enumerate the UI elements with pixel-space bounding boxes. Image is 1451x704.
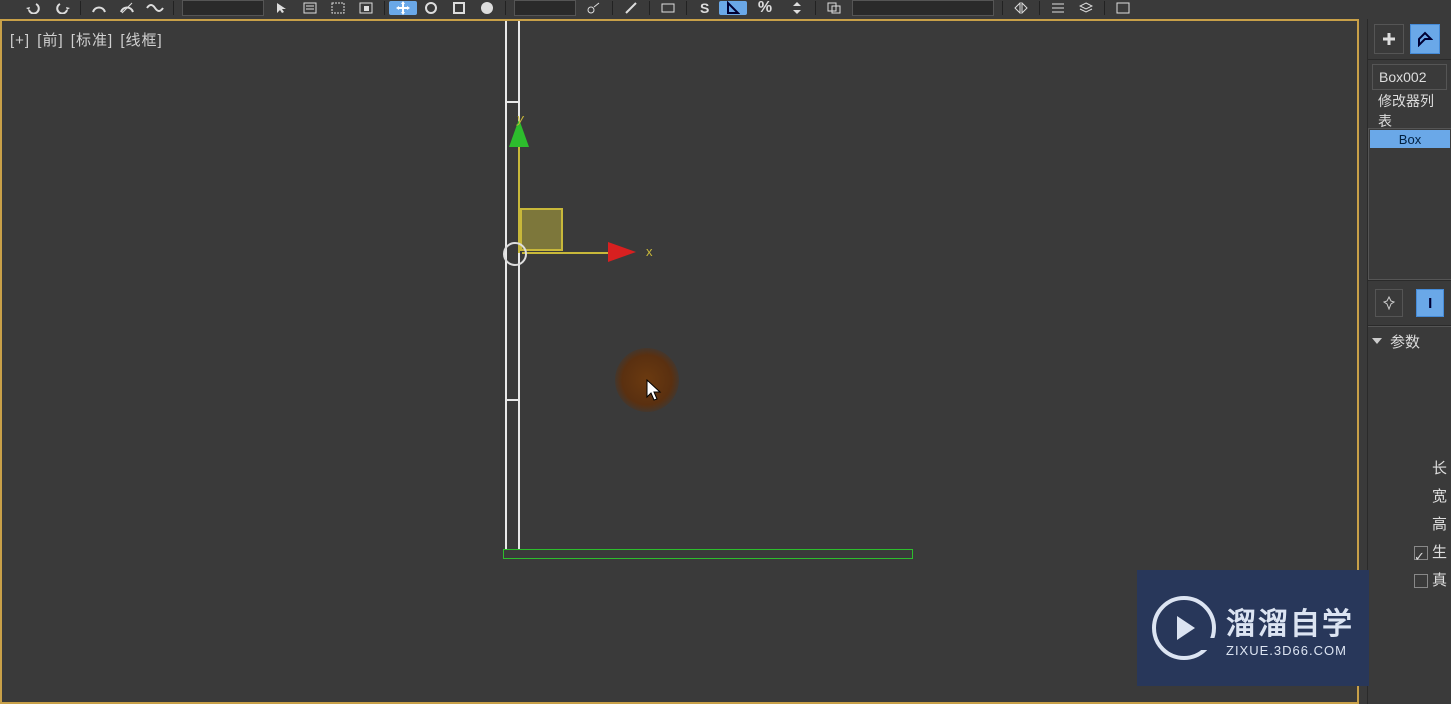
gizmo-x-arrow-icon[interactable] bbox=[608, 242, 636, 262]
parameters-rollout-header[interactable]: 参数 bbox=[1368, 326, 1451, 355]
chevron-down-icon bbox=[1372, 338, 1382, 344]
param-real-label: 真 bbox=[1432, 567, 1447, 595]
modifier-stack-item[interactable]: Box bbox=[1370, 130, 1450, 148]
object-name-field[interactable] bbox=[1372, 64, 1447, 90]
select-window-toggle-icon[interactable] bbox=[352, 1, 380, 15]
named-sel-set-icon[interactable] bbox=[820, 1, 848, 15]
gizmo-origin-icon[interactable] bbox=[503, 242, 527, 266]
move-plane-xy[interactable] bbox=[520, 208, 563, 251]
viewport-style-name[interactable]: [线框] bbox=[120, 32, 164, 49]
select-rotate-icon[interactable] bbox=[417, 1, 445, 15]
angle-snap-icon[interactable] bbox=[719, 1, 747, 15]
gizmo-x-label: x bbox=[646, 244, 653, 259]
gizmo-y-label: y bbox=[517, 111, 524, 126]
viewport-menu-toggle[interactable]: [+] bbox=[10, 32, 32, 49]
svg-text:S: S bbox=[700, 1, 709, 15]
param-real-checkbox[interactable] bbox=[1414, 574, 1428, 588]
param-gen-label: 生 bbox=[1432, 539, 1447, 567]
curve-editor-icon[interactable] bbox=[1109, 1, 1137, 15]
unselected-object-box[interactable] bbox=[503, 549, 913, 559]
link-icon[interactable] bbox=[85, 1, 113, 15]
viewport-label[interactable]: [+] [前] [标准] [线框] bbox=[10, 29, 165, 50]
tick bbox=[505, 399, 520, 401]
cursor-highlight bbox=[615, 348, 679, 412]
ref-coord-dropdown[interactable] bbox=[514, 0, 576, 16]
param-gen-checkbox[interactable] bbox=[1414, 546, 1428, 560]
watermark-title: 溜溜自学 bbox=[1226, 599, 1354, 643]
parameters-body: 长 宽 高 生 真 bbox=[1368, 355, 1451, 595]
param-length-label: 长 bbox=[1432, 455, 1447, 483]
command-panel: 修改器列表 Box I 参数 长 宽 高 生 真 bbox=[1367, 19, 1451, 704]
select-manip-icon[interactable] bbox=[617, 1, 645, 15]
tick bbox=[505, 101, 520, 103]
select-region-rect-icon[interactable] bbox=[324, 1, 352, 15]
select-move-icon[interactable] bbox=[389, 1, 417, 15]
modifier-stack[interactable]: Box bbox=[1368, 128, 1451, 280]
selection-filter-dropdown[interactable] bbox=[182, 0, 264, 16]
modifier-list-dropdown[interactable]: 修改器列表 bbox=[1372, 98, 1447, 124]
align-icon[interactable] bbox=[1044, 1, 1072, 15]
mirror-icon[interactable] bbox=[1007, 1, 1035, 15]
show-end-result-icon[interactable]: I bbox=[1416, 289, 1444, 317]
keyboard-shortcut-icon[interactable] bbox=[654, 1, 682, 15]
unlink-icon[interactable] bbox=[113, 1, 141, 15]
select-place-icon[interactable] bbox=[473, 1, 501, 15]
play-logo-icon bbox=[1152, 596, 1216, 660]
top-toolbar: S % bbox=[0, 0, 1451, 16]
undo-icon[interactable] bbox=[20, 1, 48, 15]
layers-icon[interactable] bbox=[1072, 1, 1100, 15]
percent-snap-icon[interactable]: % bbox=[747, 1, 783, 15]
viewport-shading-name[interactable]: [标准] bbox=[71, 32, 115, 49]
redo-icon[interactable] bbox=[48, 1, 76, 15]
watermark-url: ZIXUE.3D66.COM bbox=[1226, 643, 1347, 658]
named-sel-dropdown[interactable] bbox=[852, 0, 994, 16]
select-object-icon[interactable] bbox=[268, 1, 296, 15]
select-scale-icon[interactable] bbox=[445, 1, 473, 15]
spinner-snap-icon[interactable] bbox=[783, 1, 811, 15]
rollout-title: 参数 bbox=[1390, 331, 1420, 352]
pivot-icon[interactable] bbox=[580, 1, 608, 15]
snap-toggle-s-icon[interactable]: S bbox=[691, 1, 719, 15]
viewport-view-name[interactable]: [前] bbox=[37, 32, 65, 49]
bind-icon[interactable] bbox=[141, 1, 169, 15]
select-name-icon[interactable] bbox=[296, 1, 324, 15]
modify-tab-icon[interactable] bbox=[1410, 24, 1440, 54]
watermark: 溜溜自学 ZIXUE.3D66.COM bbox=[1137, 570, 1369, 686]
param-width-label: 宽 bbox=[1432, 483, 1447, 511]
pin-stack-icon[interactable] bbox=[1375, 289, 1403, 317]
param-height-label: 高 bbox=[1432, 511, 1447, 539]
create-tab-plus-icon[interactable] bbox=[1374, 24, 1404, 54]
